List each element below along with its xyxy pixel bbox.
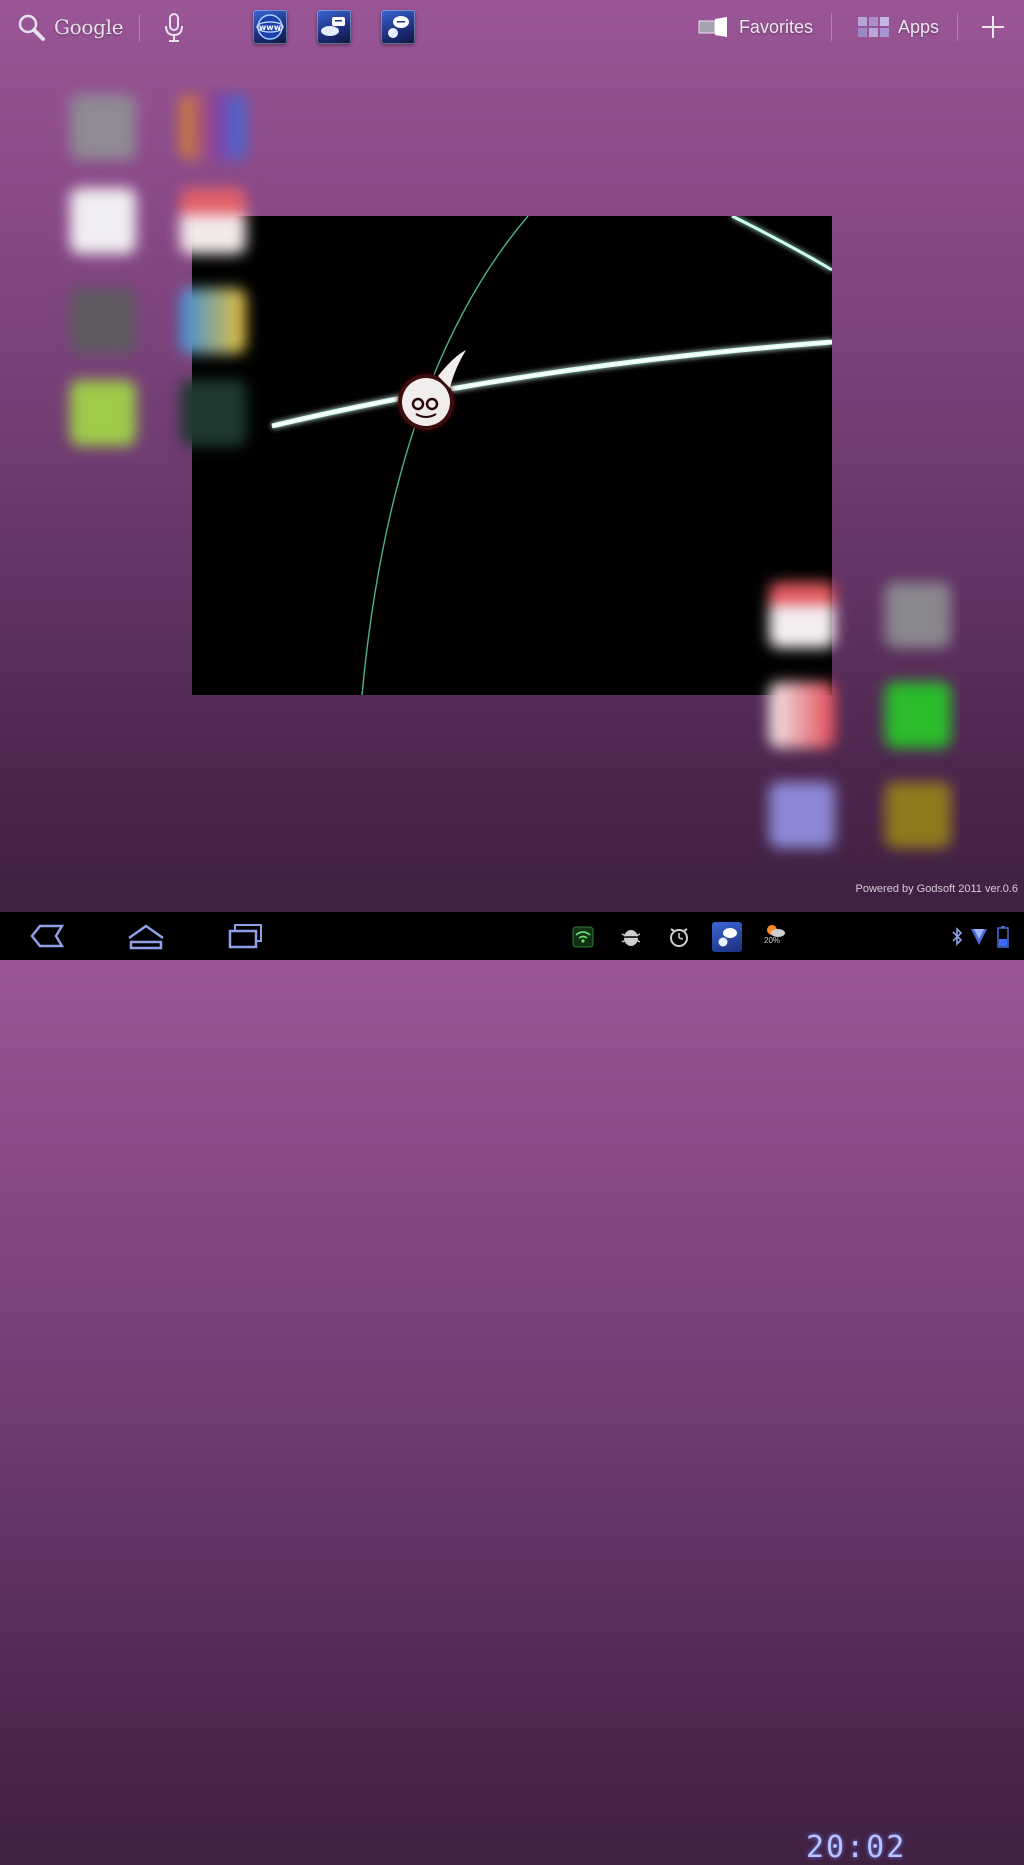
apps-label: Apps: [897, 16, 939, 37]
app-icon[interactable]: [180, 188, 246, 254]
www-globe-icon: www: [256, 14, 284, 40]
back-icon: [30, 924, 65, 948]
live-wallpaper-widget[interactable]: [192, 216, 832, 695]
app-icon[interactable]: [180, 94, 246, 160]
app-icon[interactable]: [885, 782, 951, 848]
home-top-bar: Google www Favorites Apps: [0, 0, 1024, 56]
app-icon[interactable]: [180, 288, 246, 354]
chat-shortcut-1[interactable]: [317, 10, 351, 44]
chat-notification[interactable]: [712, 922, 742, 952]
favorites-button[interactable]: Favorites: [697, 15, 831, 39]
chat-bubble-icon: [388, 16, 409, 38]
app-icon[interactable]: [180, 380, 246, 446]
android-debug-icon: [621, 930, 641, 946]
apps-grid-icon: [857, 17, 889, 37]
clock[interactable]: 20:02: [806, 1830, 906, 1865]
svg-text:www: www: [259, 23, 282, 32]
alarm-clock-icon: [670, 928, 688, 947]
chat-shortcut-2[interactable]: [381, 10, 415, 44]
recent-apps-button[interactable]: [222, 920, 270, 952]
app-icon[interactable]: [769, 682, 835, 748]
recent-apps-icon: [228, 924, 262, 949]
add-widget-button[interactable]: [978, 12, 1008, 42]
signal-status[interactable]: [966, 924, 992, 950]
debug-status[interactable]: [618, 924, 644, 950]
battery-status[interactable]: [990, 924, 1016, 950]
wifi-icon: [572, 926, 594, 948]
app-icon[interactable]: [70, 188, 136, 254]
voice-search-button[interactable]: [162, 12, 186, 44]
signal-icon: [971, 929, 987, 945]
app-icon[interactable]: [70, 94, 136, 160]
apps-button[interactable]: Apps: [832, 15, 957, 39]
google-search-label: Google: [54, 15, 124, 39]
search-divider: [139, 14, 140, 42]
battery-icon: [997, 926, 1009, 948]
app-icon[interactable]: [70, 288, 136, 354]
bluetooth-icon: [952, 927, 963, 946]
chat-bubble-icon: [718, 928, 737, 947]
apps-divider: [957, 13, 958, 41]
back-button[interactable]: [22, 920, 70, 952]
favorites-label: Favorites: [738, 16, 813, 37]
alarm-status[interactable]: [666, 924, 692, 950]
chat-bubble-icon: [321, 17, 345, 36]
system-bar: 20:02: [0, 912, 1024, 1865]
blurred-app-group-left: [52, 84, 271, 484]
wifi-status[interactable]: [570, 924, 596, 950]
powered-by-label: Powered by Godsoft 2011 ver.0.6: [855, 883, 1018, 895]
blurred-app-group-right: [741, 570, 960, 866]
battery-percent: 20%: [764, 936, 781, 945]
app-icon[interactable]: [769, 782, 835, 848]
app-icon[interactable]: [885, 582, 951, 648]
app-icon[interactable]: [70, 380, 136, 446]
home-button[interactable]: [122, 920, 170, 952]
plus-icon: [982, 16, 1004, 38]
folder-icon: [698, 17, 727, 37]
google-search-button[interactable]: Google: [16, 12, 124, 42]
app-icon[interactable]: [885, 682, 951, 748]
home-icon: [128, 924, 164, 950]
browser-shortcut[interactable]: www: [253, 10, 287, 44]
top-right-actions: Favorites Apps: [697, 10, 1008, 44]
widget-light-streaks: [271, 216, 832, 695]
search-icon: [18, 14, 45, 41]
app-icon[interactable]: [769, 582, 835, 648]
microphone-icon: [165, 13, 183, 42]
